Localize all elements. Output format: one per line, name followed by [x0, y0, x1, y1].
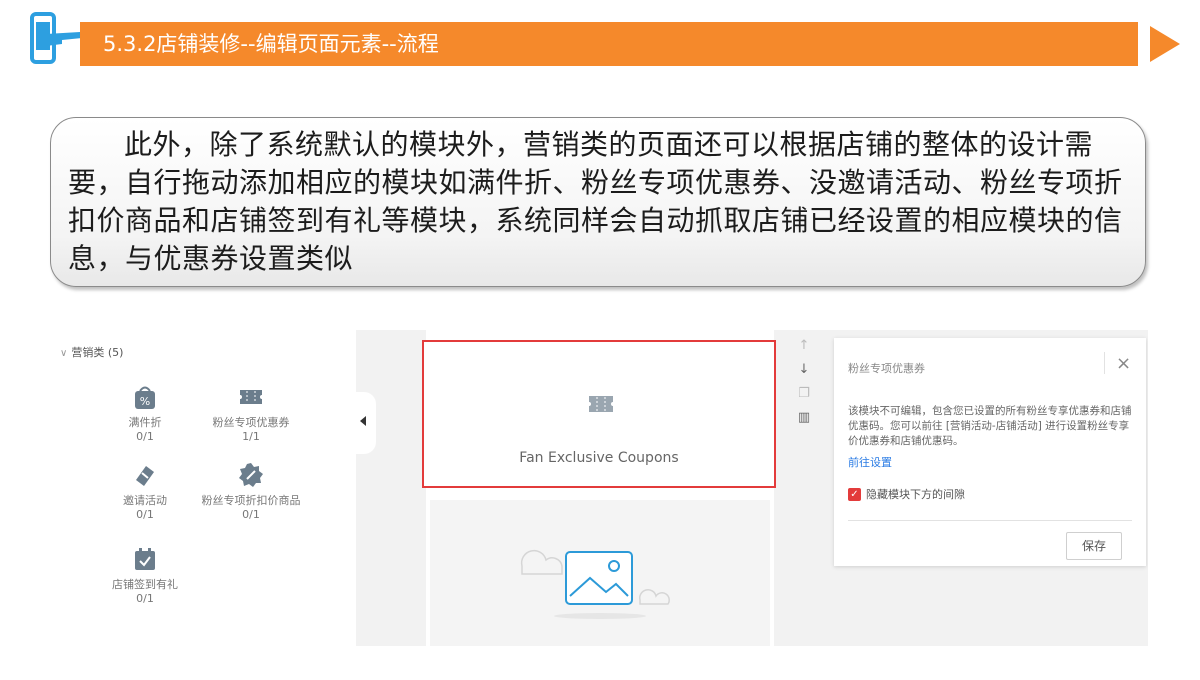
module-item-invite[interactable]: 邀请活动 0/1: [90, 462, 200, 522]
save-button[interactable]: 保存: [1066, 532, 1122, 560]
collapse-panel-button[interactable]: [356, 392, 376, 454]
selected-module-fan-coupons[interactable]: Fan Exclusive Coupons: [422, 340, 776, 488]
module-item-fan-coupon[interactable]: 粉丝专项优惠券 1/1: [196, 384, 306, 444]
chevron-down-icon: ∨: [60, 348, 68, 359]
go-settings-link[interactable]: 前往设置: [848, 454, 892, 470]
module-name: 满件折: [128, 416, 162, 429]
module-description: 该模块不可编辑，包含您已设置的所有粉丝专享优惠券和店铺优惠码。您可以前往 [营销…: [848, 405, 1132, 447]
image-placeholder-icon: [520, 549, 670, 619]
close-icon[interactable]: ×: [1116, 354, 1131, 374]
module-name: 邀请活动: [123, 494, 167, 507]
module-properties-panel: 粉丝专项优惠券 × 该模块不可编辑，包含您已设置的所有粉丝专享优惠券和店铺优惠码…: [834, 338, 1146, 566]
module-count: 1/1: [242, 430, 260, 443]
divider: [848, 520, 1132, 521]
percent-bag-icon: %: [135, 386, 155, 409]
hide-gap-checkbox[interactable]: ✓: [848, 488, 861, 501]
trash-icon[interactable]: ▥: [796, 410, 812, 426]
arrow-up-icon[interactable]: ↑: [796, 338, 812, 354]
coupon-icon: [240, 390, 262, 404]
module-label: Fan Exclusive Coupons: [519, 450, 679, 466]
module-count: 0/1: [136, 508, 154, 521]
category-label: 营销类 (5): [71, 346, 124, 359]
arrow-down-icon[interactable]: ↓: [796, 362, 812, 378]
hand-pointing-phone-icon: [30, 12, 86, 64]
coupon-icon: [589, 396, 613, 412]
module-name: 粉丝专项折扣价商品: [201, 494, 301, 507]
page-title: 5.3.2店铺装修--编辑页面元素--流程: [103, 32, 439, 56]
checkbox-label: 隐藏模块下方的间隙: [866, 488, 965, 501]
module-toolbar: ↑ ↓ ❐ ▥: [796, 338, 814, 434]
module-library-panel: ∨ 营销类 (5) % 满件折 0/1 粉丝专项优惠券 1/1 邀请活动 0/1…: [52, 330, 356, 646]
discount-badge-icon: [239, 463, 263, 487]
module-name: 粉丝专项优惠券: [212, 416, 290, 429]
svg-text:%: %: [140, 395, 150, 408]
module-item-fan-discount-product[interactable]: 粉丝专项折扣价商品 0/1: [196, 462, 306, 522]
image-module-placeholder[interactable]: [430, 500, 770, 646]
editor-screenshot: ∨ 营销类 (5) % 满件折 0/1 粉丝专项优惠券 1/1 邀请活动 0/1…: [52, 330, 1148, 646]
divider: [1104, 352, 1105, 374]
module-name: 店铺签到有礼: [112, 578, 178, 591]
invite-tag-icon: [136, 466, 154, 486]
callout-text: 此外，除了系统默认的模块外，营销类的页面还可以根据店铺的整体的设计需要，自行拖动…: [68, 128, 1123, 275]
module-count: 0/1: [242, 508, 260, 521]
page-canvas: Fan Exclusive Coupons: [422, 330, 776, 646]
module-count: 0/1: [136, 430, 154, 443]
panel-title: 粉丝专项优惠券: [848, 362, 925, 375]
calendar-check-icon: [135, 548, 155, 570]
module-count: 0/1: [136, 592, 154, 605]
chevron-left-icon: [360, 416, 366, 426]
module-item-checkin-gift[interactable]: 店铺签到有礼 0/1: [90, 546, 200, 606]
copy-icon[interactable]: ❐: [796, 386, 812, 402]
module-item-full-discount[interactable]: % 满件折 0/1: [90, 384, 200, 444]
next-arrow-icon[interactable]: [1150, 26, 1180, 62]
category-header[interactable]: ∨ 营销类 (5): [60, 344, 123, 360]
